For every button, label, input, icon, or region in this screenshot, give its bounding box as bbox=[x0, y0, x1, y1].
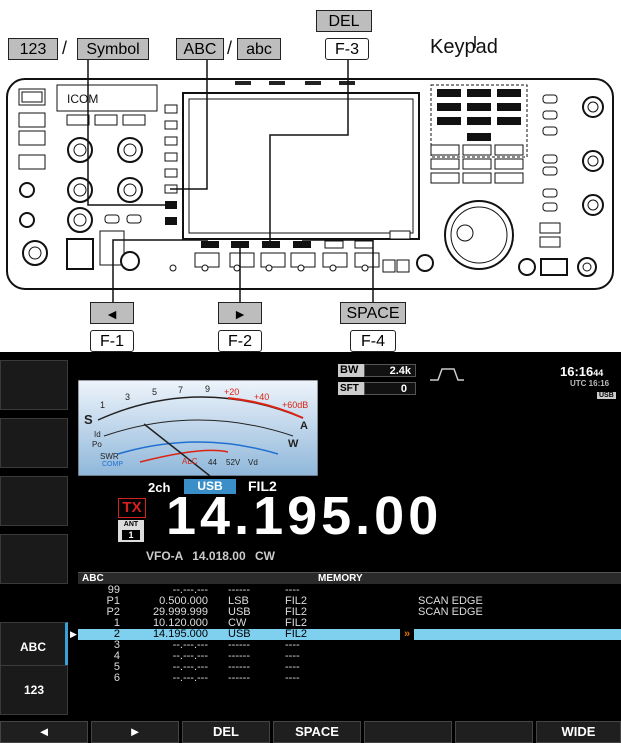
list-item[interactable]: 6 --.---.--- ------ ---- bbox=[78, 673, 618, 684]
list-header-abc: ABC bbox=[82, 573, 104, 584]
side-button-123[interactable]: 123 bbox=[0, 665, 68, 715]
clock: 16:1644 bbox=[560, 364, 603, 379]
vfo-mode: CW bbox=[254, 549, 275, 563]
row-channel: 6 bbox=[113, 672, 120, 684]
row-frequency: --.---.--- bbox=[172, 672, 208, 684]
list-item[interactable]: 5 --.---.--- ------ ---- bbox=[78, 662, 618, 673]
meter-scale-3: 3 bbox=[125, 392, 131, 402]
side-button-4[interactable] bbox=[0, 534, 68, 584]
side-button-3[interactable] bbox=[0, 476, 68, 526]
memory-list: ABC MEMORY 99 --.---.--- ------ ---- P1 0.500… bbox=[70, 572, 621, 714]
row-mode: ------ bbox=[228, 672, 250, 684]
bottom-button-del[interactable]: DEL bbox=[182, 721, 270, 743]
sft-value: 0 bbox=[364, 382, 416, 395]
main-frequency: 14.195.00 bbox=[166, 486, 443, 546]
bw-value: 2.4k bbox=[364, 364, 416, 377]
clock-time: 16:16 bbox=[560, 364, 594, 379]
mode-badge: USB bbox=[597, 392, 616, 399]
meter-alc-label: ALC bbox=[182, 457, 198, 466]
row-filter: ---- bbox=[285, 672, 300, 684]
meter-scale-9: 9 bbox=[205, 384, 211, 394]
meter-vd-label: Vd bbox=[248, 458, 258, 467]
scan-marker-icon: » bbox=[400, 629, 414, 640]
utc-clock: UTC 16:16 bbox=[570, 379, 610, 388]
meter-po-label: Po bbox=[92, 440, 102, 449]
meter-scale-5: 5 bbox=[152, 387, 158, 397]
bottom-button-wide[interactable]: WIDE bbox=[536, 721, 621, 743]
ant-indicator: ANT 1 bbox=[118, 520, 144, 542]
vfo-frequency: 14.018.00 bbox=[192, 549, 246, 563]
clock-seconds: 44 bbox=[593, 368, 604, 378]
space-key[interactable]: SPACE bbox=[340, 302, 406, 324]
bottom-button-right[interactable]: ► bbox=[91, 721, 179, 743]
bottom-button-left[interactable]: ◄ bbox=[0, 721, 88, 743]
bottom-button-5[interactable] bbox=[364, 721, 452, 743]
meter-scale-p60: +60dB bbox=[282, 400, 309, 410]
left-arrow-key[interactable]: ◄ bbox=[90, 302, 134, 324]
vfo-line: VFO-A 14.018.00 CW bbox=[146, 549, 275, 563]
right-arrow-key[interactable]: ► bbox=[218, 302, 262, 324]
row-name: SCAN EDGE bbox=[418, 606, 483, 618]
list-header: ABC MEMORY bbox=[78, 573, 621, 584]
side-button-1[interactable] bbox=[0, 360, 68, 410]
bottom-button-space[interactable]: SPACE bbox=[273, 721, 361, 743]
list-item[interactable]: 3 --.---.--- ------ ---- bbox=[78, 640, 618, 651]
tx-indicator: TX bbox=[118, 498, 146, 518]
f4-key[interactable]: F-4 bbox=[350, 330, 396, 352]
ant-number: 1 bbox=[122, 530, 140, 540]
meter-swr-label: SWR bbox=[100, 452, 119, 461]
meter-s-label: S bbox=[84, 412, 93, 427]
vfo-label: VFO-A bbox=[146, 549, 183, 563]
side-button-2[interactable] bbox=[0, 418, 68, 468]
meter-scale-p20: +20 bbox=[224, 387, 240, 397]
meter-v52-label: 52V bbox=[226, 458, 241, 467]
list-header-memory: MEMORY bbox=[318, 573, 363, 584]
leader-lines bbox=[87, 36, 476, 305]
list-item[interactable]: 2 14.195.000 USB FIL2 ▶» bbox=[70, 629, 621, 640]
lcd-screen: ABC 123 S 1 3 5 7 9 +20 +40 +60dB A W Id… bbox=[0, 352, 621, 743]
list-item[interactable]: 4 --.---.--- ------ ---- bbox=[78, 651, 618, 662]
meter-scale-p40: +40 bbox=[254, 392, 270, 402]
meter-comp-label: COMP bbox=[102, 461, 123, 468]
f1-key[interactable]: F-1 bbox=[90, 330, 134, 352]
meter-scale-1: 1 bbox=[100, 400, 106, 410]
sft-label: SFT bbox=[338, 382, 364, 395]
bw-label: BW bbox=[338, 364, 364, 377]
selected-pointer-icon: ▶ bbox=[70, 629, 77, 639]
meter-v44-label: 44 bbox=[208, 458, 217, 467]
meter-w-label: W bbox=[288, 438, 299, 450]
meter-a-label: A bbox=[300, 420, 308, 432]
meter-id-label: Id bbox=[94, 430, 101, 439]
passband-icon bbox=[430, 368, 464, 381]
bottom-button-6[interactable] bbox=[455, 721, 533, 743]
meter-scale-7: 7 bbox=[178, 385, 184, 395]
f2-key[interactable]: F-2 bbox=[218, 330, 262, 352]
ant-label: ANT bbox=[123, 521, 139, 528]
